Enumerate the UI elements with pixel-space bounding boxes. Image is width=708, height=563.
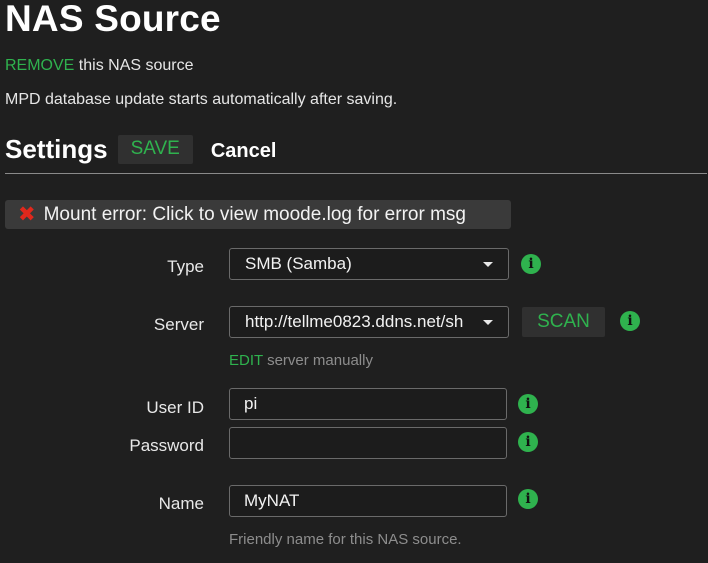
remove-suffix: this NAS source: [74, 57, 194, 74]
error-message: Mount error: Click to view moode.log for…: [43, 203, 466, 225]
type-value: SMB (Samba): [245, 254, 352, 273]
server-label: Server: [153, 315, 204, 334]
edit-server-line: EDIT server manually: [229, 352, 373, 369]
password-label: Password: [129, 436, 204, 455]
cancel-button[interactable]: Cancel: [211, 140, 277, 163]
remove-link[interactable]: REMOVE: [5, 57, 74, 74]
userid-label: User ID: [146, 398, 204, 417]
password-info-icon[interactable]: i: [518, 432, 538, 452]
chevron-down-icon: [483, 262, 493, 267]
name-help-text: Friendly name for this NAS source.: [229, 531, 462, 548]
userid-input[interactable]: [229, 388, 507, 420]
remove-line: REMOVE this NAS source: [5, 57, 194, 75]
name-input[interactable]: [229, 485, 507, 517]
server-select[interactable]: http://tellme0823.ddns.net/sh: [229, 306, 509, 338]
server-info-icon[interactable]: i: [620, 311, 640, 331]
name-info-icon[interactable]: i: [518, 489, 538, 509]
server-value: http://tellme0823.ddns.net/sh: [245, 312, 464, 331]
x-icon: ✖: [18, 203, 36, 226]
type-select[interactable]: SMB (Samba): [229, 248, 509, 280]
edit-server-suffix: server manually: [262, 352, 373, 369]
settings-header: Settings SAVE Cancel: [5, 134, 276, 164]
type-info-icon[interactable]: i: [521, 254, 541, 274]
userid-info-icon[interactable]: i: [518, 394, 538, 414]
scan-button[interactable]: SCAN: [522, 307, 605, 337]
settings-heading: Settings: [5, 133, 108, 164]
edit-server-link[interactable]: EDIT: [229, 352, 263, 369]
save-button[interactable]: SAVE: [117, 134, 193, 164]
update-info-text: MPD database update starts automatically…: [5, 91, 398, 108]
type-label: Type: [167, 257, 204, 276]
name-label: Name: [158, 494, 204, 513]
page-title: NAS Source: [5, 0, 221, 39]
chevron-down-icon: [483, 320, 493, 325]
mount-error-banner[interactable]: ✖ Mount error: Click to view moode.log f…: [5, 200, 511, 229]
divider: [5, 173, 707, 174]
password-input[interactable]: [229, 427, 507, 459]
